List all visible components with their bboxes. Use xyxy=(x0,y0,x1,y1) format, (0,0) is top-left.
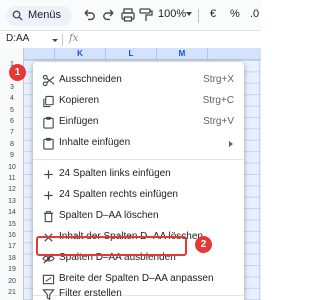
row-number[interactable]: 6 xyxy=(0,118,24,125)
menu-item-label: Breite der Spalten D–AA anpassen xyxy=(59,273,214,284)
decimal-format-button[interactable]: .0 xyxy=(250,8,259,20)
column-header-k[interactable]: K xyxy=(55,48,106,60)
menu-item-paste-special[interactable]: Inhalte einfügen xyxy=(33,133,244,154)
row-number[interactable]: 18 xyxy=(0,255,24,262)
menu-item-cut[interactable]: Ausschneiden Strg+X xyxy=(33,70,244,91)
menu-item-delete-columns[interactable]: Spalten D–AA löschen xyxy=(33,206,244,227)
trash-icon xyxy=(43,210,54,223)
menu-item-shortcut: Strg+X xyxy=(203,74,234,85)
row-number[interactable]: 7 xyxy=(0,129,24,136)
menu-item-label: Kopieren xyxy=(59,95,100,106)
chevron-down-icon xyxy=(186,12,192,16)
formula-bar-divider xyxy=(62,34,63,46)
fx-icon: fx xyxy=(69,33,79,44)
copy-icon xyxy=(43,95,54,108)
context-menu: Ausschneiden Strg+X Kopieren Strg+C Einf… xyxy=(33,62,244,300)
row-number[interactable]: 3 xyxy=(0,84,24,91)
menu-search-label: Menüs xyxy=(28,9,62,21)
menu-item-insert-right[interactable]: 24 Spalten rechts einfügen xyxy=(33,185,244,206)
percent-format-button[interactable]: % xyxy=(230,8,240,20)
paint-format-icon[interactable] xyxy=(137,6,155,24)
plus-icon xyxy=(44,191,53,200)
column-header-partial[interactable] xyxy=(208,48,261,60)
undo-icon[interactable] xyxy=(80,6,98,24)
chevron-down-icon xyxy=(52,39,58,42)
menu-item-insert-left[interactable]: 24 Spalten links einfügen xyxy=(33,164,244,185)
select-all-corner[interactable] xyxy=(0,48,24,60)
chevron-right-icon xyxy=(229,141,233,147)
row-number[interactable]: 20 xyxy=(0,278,24,285)
toolbar-divider xyxy=(198,9,199,23)
column-header-bar: K L M xyxy=(0,48,261,60)
row-number[interactable]: 8 xyxy=(0,141,24,148)
row-number[interactable]: 16 xyxy=(0,232,24,239)
menu-item-label: Filter erstellen xyxy=(59,288,122,299)
column-header-partial[interactable] xyxy=(24,48,55,60)
row-number[interactable]: 17 xyxy=(0,243,24,250)
step-1-badge: 1 xyxy=(9,64,26,81)
menu-item-label: 24 Spalten rechts einfügen xyxy=(59,189,178,200)
search-icon xyxy=(12,10,23,21)
menu-item-label: Inhalte einfügen xyxy=(59,137,131,148)
formula-bar: D:AA fx xyxy=(0,30,261,48)
menu-divider xyxy=(33,159,244,160)
name-box[interactable]: D:AA xyxy=(6,33,29,44)
scissors-icon xyxy=(42,74,55,87)
menu-item-copy[interactable]: Kopieren Strg+C xyxy=(33,91,244,112)
row-header-bar: 123456789101112131415161718192021 xyxy=(0,60,24,300)
paste-special-icon xyxy=(43,137,54,150)
menu-item-paste[interactable]: Einfügen Strg+V xyxy=(33,112,244,133)
currency-format-button[interactable]: € xyxy=(210,8,216,20)
row-number[interactable]: 19 xyxy=(0,266,24,273)
menu-item-shortcut: Strg+V xyxy=(203,116,234,127)
print-icon[interactable] xyxy=(119,6,137,24)
menu-search[interactable]: Menüs xyxy=(6,6,72,26)
row-number[interactable]: 14 xyxy=(0,209,24,216)
row-number[interactable]: 5 xyxy=(0,107,24,114)
paste-icon xyxy=(43,116,54,129)
row-number[interactable]: 21 xyxy=(0,289,24,296)
column-header-m[interactable]: M xyxy=(157,48,208,60)
row-number[interactable]: 13 xyxy=(0,198,24,205)
menu-item-create-filter[interactable]: Filter erstellen xyxy=(33,284,244,300)
menu-item-label: Einfügen xyxy=(59,116,99,127)
row-number[interactable]: 4 xyxy=(0,95,24,102)
filter-icon xyxy=(42,289,55,300)
step-2-badge: 2 xyxy=(195,236,212,253)
row-number[interactable]: 9 xyxy=(0,152,24,159)
menu-item-label: Ausschneiden xyxy=(59,74,122,85)
row-number[interactable]: 15 xyxy=(0,221,24,228)
row-number[interactable]: 11 xyxy=(0,175,24,182)
plus-icon xyxy=(44,170,53,179)
row-number[interactable]: 12 xyxy=(0,186,24,193)
menu-item-label: 24 Spalten links einfügen xyxy=(59,168,171,179)
menu-item-label: Spalten D–AA löschen xyxy=(59,210,159,221)
hide-columns-highlight xyxy=(36,236,187,256)
menu-item-shortcut: Strg+C xyxy=(202,95,234,106)
redo-icon[interactable] xyxy=(100,6,118,24)
column-header-l[interactable]: L xyxy=(106,48,157,60)
zoom-select[interactable]: 100% xyxy=(158,8,186,20)
toolbar: Menüs 100% € % .0 xyxy=(0,0,261,30)
row-number[interactable]: 10 xyxy=(0,164,24,171)
